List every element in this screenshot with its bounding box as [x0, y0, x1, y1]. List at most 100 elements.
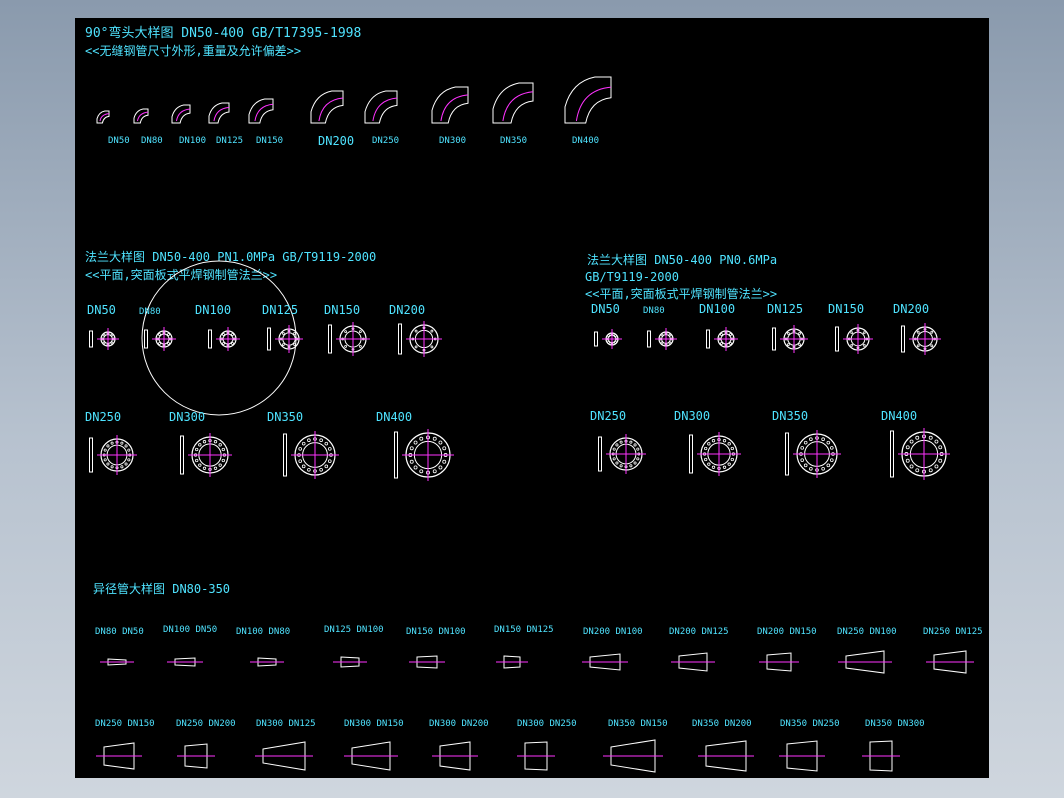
flange-label: DN50 [87, 303, 116, 317]
flange-pn10-drawing[interactable] [394, 429, 455, 481]
flange-label: DN100 [195, 303, 231, 317]
reducer-drawing[interactable] [603, 739, 663, 773]
cad-drawing-canvas[interactable]: 90°弯头大样图 DN50-400 GB/T17395-1998 <<无缝钢管尺… [75, 18, 989, 778]
flange-pn06-drawing[interactable] [594, 329, 623, 349]
reducer-drawing[interactable] [177, 743, 215, 769]
elbow-drawing[interactable] [564, 76, 612, 124]
flange-pn10-drawing[interactable] [398, 321, 443, 357]
reducer-label: DN150 DN125 [494, 625, 554, 635]
reducer-drawing[interactable] [432, 741, 478, 771]
flange-label: DN125 [262, 303, 298, 317]
flange-pn10-drawing[interactable] [180, 433, 233, 477]
flange-label: DN100 [699, 302, 735, 316]
flange-pn06-drawing[interactable] [835, 324, 874, 354]
reducer-label: DN125 DN100 [324, 625, 384, 635]
reducer-drawing[interactable] [838, 650, 892, 674]
flange-right-standard: GB/T9119-2000 [585, 270, 679, 284]
flange-label: DN125 [767, 302, 803, 316]
flange-pn10-drawing[interactable] [208, 327, 241, 351]
reducer-label: DN100 DN50 [163, 625, 217, 635]
reducer-drawing[interactable] [167, 657, 203, 667]
elbow-drawing[interactable] [364, 90, 398, 124]
flange-pn06-drawing[interactable] [901, 323, 942, 355]
reducer-drawing[interactable] [671, 652, 715, 672]
drawing-sheet: 90°弯头大样图 DN50-400 GB/T17395-1998 <<无缝钢管尺… [85, 25, 983, 773]
reducer-label: DN350 DN150 [608, 719, 668, 729]
flange-pn06-drawing[interactable] [598, 434, 647, 474]
elbow-drawing[interactable] [248, 98, 274, 124]
elbow-label: DN400 [572, 136, 599, 146]
reducer-drawing[interactable] [255, 741, 313, 771]
reducer-label: DN300 DN125 [256, 719, 316, 729]
reducer-drawing[interactable] [926, 650, 974, 674]
flange-right-subtitle: <<平面,突面板式平焊钢制管法兰>> [585, 286, 777, 301]
elbow-drawing[interactable] [208, 102, 230, 124]
reducer-label: DN200 DN125 [669, 627, 729, 637]
flange-pn10-drawing[interactable] [283, 431, 340, 479]
elbow-label: DN150 [256, 136, 283, 146]
reducer-drawing[interactable] [862, 740, 900, 772]
reducer-label: DN300 DN250 [517, 719, 577, 729]
flange-pn06-drawing[interactable] [706, 327, 739, 351]
reducer-drawing[interactable] [759, 652, 799, 672]
flange-label: DN50 [591, 302, 620, 316]
reducer-drawing[interactable] [333, 656, 367, 668]
flange-pn06-drawing[interactable] [890, 428, 951, 480]
elbow-label: DN200 [318, 134, 354, 148]
reducer-label: DN300 DN200 [429, 719, 489, 729]
flange-pn10-drawing[interactable] [89, 328, 120, 350]
flange-label: DN400 [376, 410, 412, 424]
elbow-label: DN100 [179, 136, 206, 146]
flange-left-subtitle: <<平面,突面板式平焊钢制管法兰>> [85, 267, 277, 282]
reducer-drawing[interactable] [698, 740, 754, 772]
reducer-label: DN250 DN100 [837, 627, 897, 637]
flange-label: DN200 [893, 302, 929, 316]
reducer-drawing[interactable] [344, 741, 398, 771]
elbow-drawing[interactable] [133, 108, 149, 124]
reducer-drawing[interactable] [96, 742, 142, 770]
elbow-label: DN80 [141, 136, 163, 146]
reducer-label: DN250 DN200 [176, 719, 236, 729]
reducer-title: 异径管大样图 DN80-350 [93, 581, 230, 596]
reducer-drawing[interactable] [496, 655, 528, 669]
reducer-label: DN250 DN150 [95, 719, 155, 729]
flange-pn06-drawing[interactable] [772, 325, 809, 353]
elbow-subtitle: <<无缝钢管尺寸外形,重量及允许偏差>> [85, 43, 301, 58]
reducer-label: DN200 DN150 [757, 627, 817, 637]
reducer-drawing[interactable] [100, 658, 134, 666]
reducer-label: DN350 DN300 [865, 719, 925, 729]
reducer-drawing[interactable] [517, 741, 555, 771]
reducer-drawing[interactable] [409, 655, 445, 669]
reducer-drawing[interactable] [582, 653, 628, 671]
reducer-label: DN350 DN250 [780, 719, 840, 729]
elbow-label: DN50 [108, 136, 130, 146]
reducer-drawing[interactable] [779, 740, 825, 772]
flange-pn10-drawing[interactable] [144, 327, 177, 351]
reducer-label: DN300 DN150 [344, 719, 404, 729]
reducer-label: DN80 DN50 [95, 627, 144, 637]
reducer-drawing[interactable] [250, 657, 284, 667]
flange-pn10-drawing[interactable] [267, 325, 304, 353]
elbow-drawing[interactable] [492, 82, 534, 124]
elbow-drawing[interactable] [431, 86, 469, 124]
flange-pn06-drawing[interactable] [689, 432, 742, 476]
flange-label: DN350 [772, 409, 808, 423]
flange-pn06-drawing[interactable] [785, 430, 842, 478]
flange-pn10-drawing[interactable] [89, 435, 138, 475]
reducer-label: DN150 DN100 [406, 627, 466, 637]
elbow-drawing[interactable] [96, 110, 110, 124]
reducer-label: DN100 DN80 [236, 627, 290, 637]
elbow-label: DN300 [439, 136, 466, 146]
flange-label: DN400 [881, 409, 917, 423]
reducer-label: DN200 DN100 [583, 627, 643, 637]
elbow-drawing[interactable] [171, 104, 191, 124]
flange-right-title: 法兰大样图 DN50-400 PN0.6MPa [587, 252, 777, 267]
flange-label: DN150 [324, 303, 360, 317]
elbow-drawing[interactable] [310, 90, 344, 124]
flange-label: DN80 [643, 306, 665, 316]
flange-pn10-drawing[interactable] [328, 322, 371, 356]
flange-label: DN350 [267, 410, 303, 424]
elbow-label: DN250 [372, 136, 399, 146]
flange-pn06-drawing[interactable] [647, 328, 678, 350]
flange-label: DN80 [139, 307, 161, 317]
